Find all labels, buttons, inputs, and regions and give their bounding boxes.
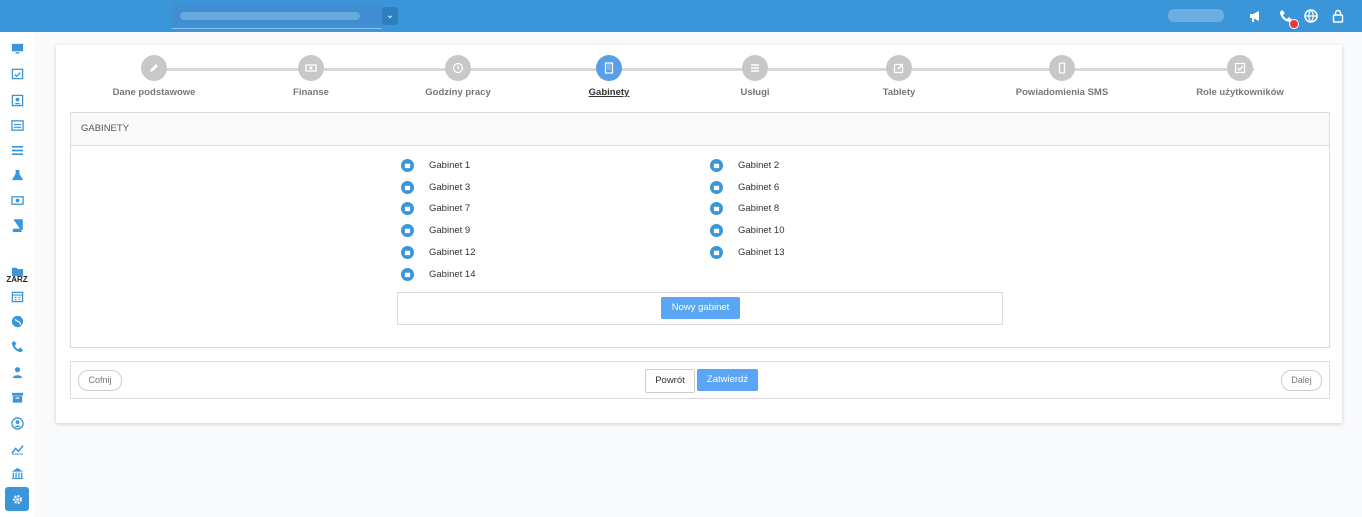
new-room-container: Nowy gabinet [397,292,1003,325]
user-name[interactable] [1168,9,1224,22]
notification-dot [1289,19,1299,29]
bank-icon[interactable] [5,461,29,485]
room-item[interactable]: Gabinet 1 [401,159,470,172]
room-icon [710,246,723,259]
room-name: Gabinet 1 [429,160,471,171]
money-icon [298,55,324,81]
room-item[interactable]: Gabinet 14 [401,268,475,281]
room-name: Gabinet 3 [429,182,471,193]
step-label: Finanse [293,87,329,98]
confirm-button[interactable]: Zatwierdź [697,369,758,391]
pencil-icon [141,55,167,81]
monitor-icon[interactable] [5,36,29,60]
calendar-icon[interactable] [5,284,29,308]
step-uslugi[interactable]: Usługi [675,55,835,98]
step-gabinety[interactable]: Gabinety [529,55,689,98]
step-label: Dane podstawowe [112,87,196,98]
room-name: Gabinet 7 [429,203,471,214]
check-icon [1227,55,1253,81]
room-name: Gabinet 6 [738,182,780,193]
room-name: Gabinet 12 [429,247,476,258]
room-name: Gabinet 14 [429,269,476,280]
archive-icon[interactable] [5,385,29,409]
step-label: Role użytkowników [1196,87,1284,98]
card-list-icon[interactable] [5,113,29,137]
new-room-button[interactable]: Nowy gabinet [661,297,740,319]
lock-icon[interactable] [1330,8,1346,24]
clinic-select-value [180,12,360,20]
room-icon [401,202,414,215]
book-icon[interactable] [5,213,29,237]
room-icon [401,159,414,172]
mobile-icon [1049,55,1075,81]
step-role-uzytkownikow[interactable]: Role użytkowników [1160,55,1320,98]
contact-icon[interactable] [5,88,29,112]
user-circle-icon[interactable] [5,411,29,435]
room-icon [401,246,414,259]
rooms-panel: GABINETY Gabinet 1 Gabinet 3 Gabinet 7 G… [70,112,1330,348]
step-powiadomienia-sms[interactable]: Powiadomienia SMS [982,55,1142,98]
room-icon [401,224,414,237]
chevron-down-icon[interactable]: ⌄ [382,7,398,25]
back-button[interactable]: Powrót [645,369,695,393]
globe-icon[interactable] [5,309,29,333]
room-item[interactable]: Gabinet 7 [401,202,470,215]
globe-icon[interactable] [1303,8,1319,24]
clock-icon [445,55,471,81]
room-item[interactable]: Gabinet 8 [710,202,779,215]
clinic-select[interactable] [172,4,382,29]
room-item[interactable]: Gabinet 10 [710,224,784,237]
room-item[interactable]: Gabinet 3 [401,181,470,194]
room-name: Gabinet 2 [738,160,780,171]
room-icon [401,181,414,194]
room-item[interactable]: Gabinet 9 [401,224,470,237]
room-icon [710,181,723,194]
step-godziny-pracy[interactable]: Godziny pracy [378,55,538,98]
room-icon [710,224,723,237]
room-name: Gabinet 8 [738,203,780,214]
phone-icon[interactable] [5,334,29,358]
room-name: Gabinet 13 [738,247,785,258]
room-item[interactable]: Gabinet 6 [710,181,779,194]
step-label: Powiadomienia SMS [1015,87,1109,98]
step-dane-podstawowe[interactable]: Dane podstawowe [74,55,234,98]
room-item[interactable]: Gabinet 2 [710,159,779,172]
calendar-check-icon[interactable] [5,61,29,85]
panel-title: GABINETY [71,113,1329,146]
folder-icon[interactable] [5,259,29,283]
room-name: Gabinet 10 [738,225,785,236]
room-icon [710,202,723,215]
room-item[interactable]: Gabinet 13 [710,246,784,259]
user-tie-icon[interactable] [5,360,29,384]
top-bar: ⌄ [0,0,1362,32]
flask-icon[interactable] [5,163,29,187]
sidebar: ZARZ [0,32,34,517]
megaphone-icon[interactable] [1248,8,1264,24]
room-name: Gabinet 9 [429,225,471,236]
settings-icon[interactable] [5,487,29,511]
chart-line-icon[interactable] [5,436,29,460]
list-icon[interactable] [5,138,29,162]
undo-button[interactable]: Cofnij [78,370,122,391]
settings-wizard-card: Dane podstawowe Finanse Godziny pracy Ga… [56,45,1342,423]
step-label: Tablety [882,87,916,98]
building-icon [596,55,622,81]
list-icon [742,55,768,81]
step-label: Gabinety [588,87,630,98]
next-button[interactable]: Dalej [1281,370,1322,391]
room-icon [401,268,414,281]
step-label: Godziny pracy [425,87,491,98]
step-finanse[interactable]: Finanse [231,55,391,98]
wizard-footer: Cofnij Powrót Zatwierdź Dalej [70,361,1330,399]
step-tablety[interactable]: Tablety [819,55,979,98]
edit-icon [886,55,912,81]
step-label: Usługi [740,87,770,98]
money-icon[interactable] [5,188,29,212]
room-item[interactable]: Gabinet 12 [401,246,475,259]
room-icon [710,159,723,172]
